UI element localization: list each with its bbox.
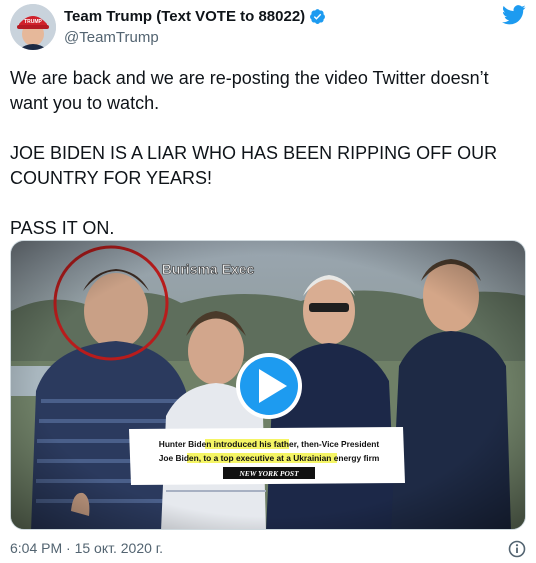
news-caption-card: Hunter Biden introduced his father, then…: [129, 427, 405, 485]
tweet-timestamp[interactable]: 6:04 PM · 15 окт. 2020 г.: [10, 540, 163, 556]
tweet-paragraph-1: We are back and we are re-posting the vi…: [10, 68, 489, 113]
video-thumbnail: Hunter Biden introduced his father, then…: [11, 241, 525, 529]
caption-line2-plain: Joe Biden,: [159, 453, 204, 463]
verified-badge-icon: [309, 8, 326, 25]
account-handle[interactable]: @TeamTrump: [64, 29, 159, 46]
burisma-exec-label: Burisma Exec: [162, 261, 255, 277]
news-source-logo: NEW YORK POST: [238, 469, 299, 478]
twitter-bird-icon[interactable]: [502, 4, 526, 26]
tweet-paragraph-3: PASS IT ON.: [10, 218, 115, 238]
avatar-image: TRUMP: [10, 4, 56, 50]
display-name[interactable]: Team Trump (Text VOTE to 88022): [64, 8, 305, 25]
tweet-paragraph-2: JOE BIDEN IS A LIAR WHO HAS BEEN RIPPING…: [10, 143, 498, 188]
info-icon[interactable]: [508, 540, 526, 558]
author-name-row: Team Trump (Text VOTE to 88022): [64, 8, 326, 25]
tweet-text: We are back and we are re-posting the vi…: [10, 66, 526, 241]
caption-line2-highlight: to a top executive at a Ukrainian energy…: [203, 453, 379, 463]
video-player[interactable]: Hunter Biden introduced his father, then…: [10, 240, 526, 530]
avatar[interactable]: TRUMP: [10, 4, 56, 50]
play-icon[interactable]: [236, 353, 302, 419]
svg-text:Hunter Biden introduced his fa: Hunter Biden introduced his father, then…: [159, 439, 380, 449]
svg-text:Joe Biden, to a top executive: Joe Biden, to a top executive at a Ukrai…: [159, 453, 380, 463]
caption-line1-highlight-top: introduced his father: [214, 439, 298, 449]
avatar-cap-text: TRUMP: [24, 19, 42, 25]
caption-line1-rest-top: , then-Vice President: [297, 439, 380, 449]
caption-line1-plain-top: Hunter Biden: [159, 439, 214, 449]
